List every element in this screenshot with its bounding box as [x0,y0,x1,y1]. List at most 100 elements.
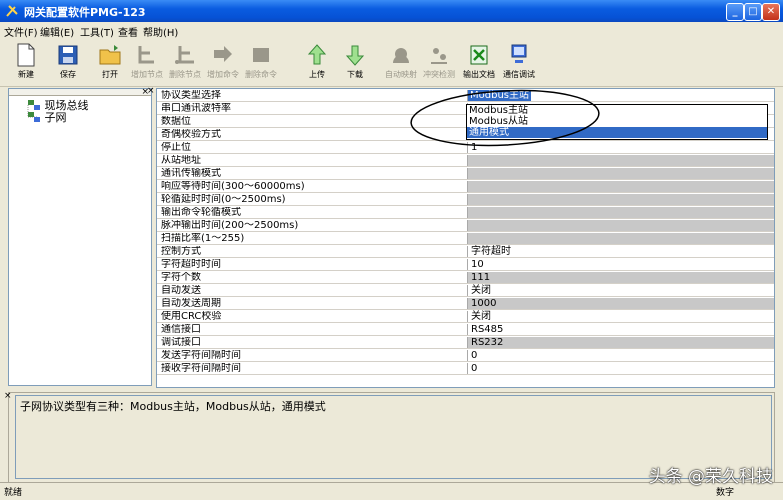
grid-row[interactable]: 轮循延时时间(0～2500ms) [157,194,774,206]
grid-row[interactable]: 使用CRC校验 关闭 [157,311,774,323]
menu-edit[interactable]: 编辑(E) [40,24,74,39]
property-value[interactable] [467,155,774,166]
minimize-button[interactable]: _ [726,3,744,21]
grid-row[interactable]: 调试接口 RS232 [157,337,774,349]
status-ready: 就绪 [4,488,23,498]
grid-row[interactable]: 发送字符间隔时间 0 [157,350,774,362]
property-value[interactable]: 关闭 [467,285,774,296]
property-name: 扫描比率(1～255) [161,233,245,244]
grid-row[interactable]: 控制方式 字符超时 [157,246,774,258]
property-value-text [468,194,471,205]
grid-row[interactable]: 输出命令轮循模式 [157,207,774,219]
property-value-text: RS232 [471,337,504,348]
property-value-text: 字符超时 [471,246,511,257]
property-value-text: RS485 [471,324,504,335]
new-file-icon [17,43,35,67]
comm-debug-button[interactable]: 通信调试 [499,40,539,84]
menu-bar: 文件(F) 编辑(E) 工具(T) 查看 帮助(H) [0,22,783,39]
property-value-text [468,207,471,218]
property-name: 发送字符间隔时间 [161,350,241,361]
property-value[interactable]: 1000 [467,298,774,309]
menu-tools[interactable]: 工具(T) [80,24,114,39]
property-value-text: 10 [471,259,484,270]
property-value-text: 0 [471,363,478,374]
property-value-text: 1000 [471,298,497,309]
close-button[interactable]: ✕ [762,3,780,21]
delete-node-icon [175,46,194,64]
grid-row[interactable]: 从站地址 [157,155,774,167]
property-value[interactable]: 10 [467,259,774,270]
property-name: 从站地址 [161,155,201,166]
grid-row[interactable]: 响应等待时间(300～60000ms) [157,181,774,193]
property-value-text [468,155,471,166]
save-icon [58,45,78,65]
property-value[interactable]: 字符超时 [467,246,774,257]
open-folder-icon [99,45,121,65]
property-name: 接收字符间隔时间 [161,363,241,374]
property-value[interactable] [467,233,774,244]
network-tree: × 现场总线 子网 [8,87,152,386]
grid-row[interactable]: 字符个数 111 [157,272,774,284]
download-icon [345,45,365,66]
grid-row[interactable]: 自动发送周期 1000 [157,298,774,310]
new-button[interactable]: 新建 [6,40,46,84]
property-name: 自动发送 [161,285,201,296]
download-button[interactable]: 下载 [335,40,375,84]
menu-help[interactable]: 帮助(H) [143,24,178,39]
conflict-check-icon [431,48,447,64]
grid-row[interactable]: 字符超时时间 10 [157,259,774,271]
window-title: 网关配置软件PMG-123 [24,6,146,19]
grid-row[interactable]: 自动发送 关闭 [157,285,774,297]
grid-row[interactable]: 脉冲输出时间(200～2500ms) [157,220,774,232]
property-name: 轮循延时时间(0～2500ms) [161,194,286,205]
property-value-text [468,220,471,231]
property-name: 调试接口 [161,337,201,348]
watermark: 头条 @荣久科技 [648,467,773,487]
export-doc-icon [470,45,488,65]
delete-command-icon [253,48,269,62]
tree-node-subnet[interactable]: 子网 [27,109,67,125]
property-value[interactable] [467,207,774,218]
maximize-button[interactable]: □ [744,3,762,21]
title-bar: 网关配置软件PMG-123 _ □ ✕ [0,0,783,22]
property-value[interactable] [467,194,774,205]
property-value-text [468,168,471,179]
menu-view[interactable]: 查看 [118,24,138,39]
property-name: 自动发送周期 [161,298,221,309]
description-text: 子网协议类型有三种：Modbus主站，Modbus从站，通用模式 [20,400,326,413]
property-name: 脉冲输出时间(200～2500ms) [161,220,299,231]
property-value-text [468,233,471,244]
property-value-text [468,181,471,192]
save-button[interactable]: 保存 [48,40,88,84]
property-value[interactable] [467,181,774,192]
property-name: 通信接口 [161,324,201,335]
property-value[interactable]: RS232 [467,337,774,348]
grid-close-icon[interactable]: × [147,86,155,96]
property-name: 输出命令轮循模式 [161,207,241,218]
grid-row[interactable]: 扫描比率(1～255) [157,233,774,245]
property-name: 通讯传输模式 [161,168,221,179]
grid-row[interactable]: 通信接口 RS485 [157,324,774,336]
add-command-icon [214,46,232,62]
property-value[interactable]: 0 [467,363,774,374]
property-value[interactable]: RS485 [467,324,774,335]
grid-row[interactable]: 接收字符间隔时间 0 [157,363,774,375]
menu-file[interactable]: 文件(F) [4,24,38,39]
property-value-text: 0 [471,350,478,361]
property-value[interactable]: 关闭 [467,311,774,322]
property-value[interactable]: 111 [467,272,774,283]
property-value-text: 111 [471,272,491,283]
upload-icon [307,44,327,65]
property-name: 控制方式 [161,246,201,257]
property-value-text: 关闭 [471,311,491,322]
tree-header: × [9,87,151,97]
property-name: 使用CRC校验 [161,311,222,322]
grid-row[interactable]: 通讯传输模式 [157,168,774,180]
property-value[interactable] [467,220,774,231]
auto-map-icon [393,48,409,63]
delete-command-button[interactable]: 删除命令 [241,40,281,84]
description-close-icon[interactable]: × [4,391,12,401]
property-value[interactable] [467,168,774,179]
annotation-ellipse [410,89,600,147]
property-value[interactable]: 0 [467,350,774,361]
